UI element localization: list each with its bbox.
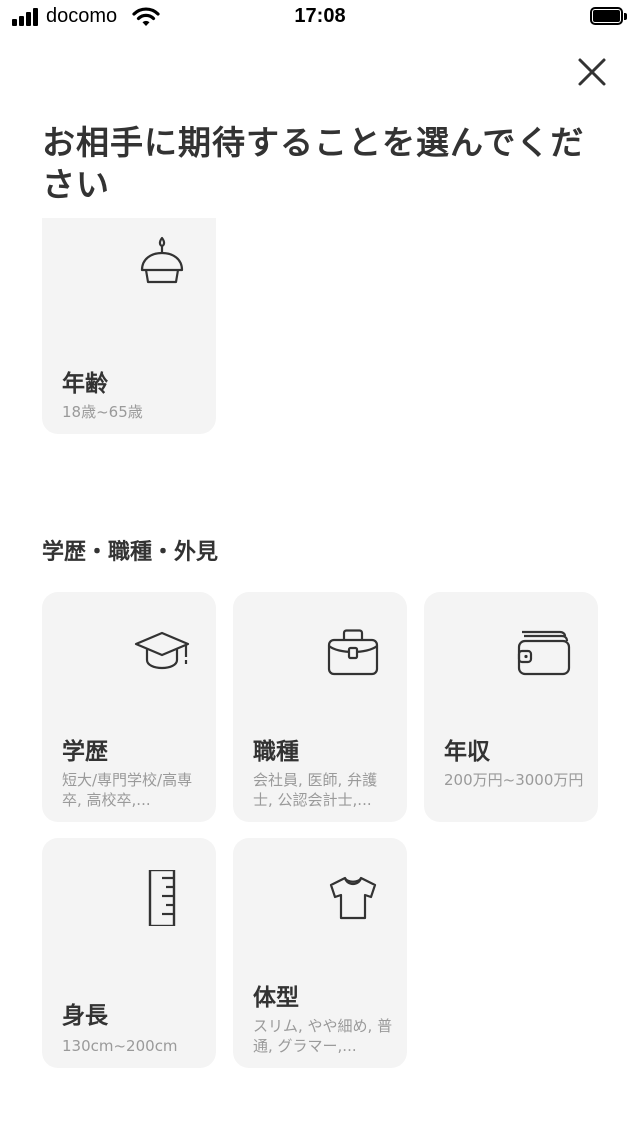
- page-title: お相手に期待することを選んでください: [42, 123, 585, 204]
- height-desc: 130cm~200cm: [62, 1037, 178, 1055]
- tshirt-icon: [325, 870, 381, 926]
- briefcase-icon: [325, 624, 381, 680]
- age-label: 年齢: [62, 371, 108, 397]
- cupcake-icon: [134, 232, 190, 288]
- education-desc: 短大/専門学校/高専卒, 高校卒,...: [62, 771, 193, 809]
- age-desc: 18歳~65歳: [62, 403, 143, 421]
- close-button[interactable]: [572, 52, 612, 92]
- close-icon: [578, 58, 606, 86]
- occupation-card[interactable]: 職種 会社員, 医師, 弁護士, 公認会計士,...: [233, 592, 407, 822]
- section-title: 学歴・職種・外見: [42, 540, 219, 565]
- body-type-label: 体型: [253, 985, 299, 1011]
- income-card[interactable]: 年収 200万円~3000万円: [424, 592, 598, 822]
- occupation-label: 職種: [253, 739, 299, 765]
- education-card[interactable]: 学歴 短大/専門学校/高専卒, 高校卒,...: [42, 592, 216, 822]
- screen: docomo 17:08 お相手に期待することを選んでください 年齢 18歳~6…: [0, 0, 640, 1138]
- wallet-icon: [516, 624, 572, 680]
- status-bar: docomo 17:08: [0, 0, 640, 36]
- age-card[interactable]: 年齢 18歳~65歳: [42, 218, 216, 434]
- height-card[interactable]: 身長 130cm~200cm: [42, 838, 216, 1068]
- status-time: 17:08: [294, 5, 346, 27]
- education-label: 学歴: [62, 739, 108, 765]
- battery-icon: [590, 7, 630, 27]
- height-label: 身長: [62, 1003, 108, 1029]
- occupation-desc: 会社員, 医師, 弁護士, 公認会計士,...: [253, 771, 378, 809]
- income-desc: 200万円~3000万円: [444, 771, 584, 789]
- income-label: 年収: [444, 739, 490, 765]
- ruler-icon: [134, 870, 190, 926]
- body-type-card[interactable]: 体型 スリム, やや細め, 普通, グラマー,...: [233, 838, 407, 1068]
- body-type-desc: スリム, やや細め, 普通, グラマー,...: [253, 1017, 393, 1055]
- graduation-cap-icon: [134, 624, 190, 680]
